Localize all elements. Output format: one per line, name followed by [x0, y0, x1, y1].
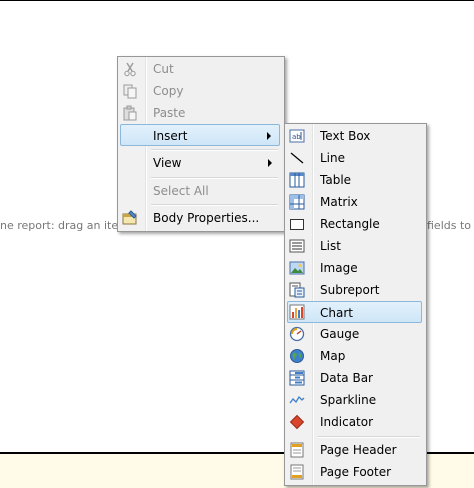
insert-item-list[interactable]: List	[287, 235, 422, 257]
matrix-icon	[289, 194, 305, 210]
image-icon	[289, 260, 305, 276]
insert-submenu: ab Text Box Line Table Matrix Rectangle …	[284, 123, 427, 486]
insert-item-label: Data Bar	[320, 371, 373, 385]
page-header-icon	[289, 442, 305, 458]
menu-item-cut[interactable]: Cut	[120, 58, 280, 80]
insert-item-label: Image	[320, 261, 358, 275]
menu-item-select-all[interactable]: Select All	[120, 180, 280, 202]
menu-item-paste[interactable]: Paste	[120, 102, 280, 124]
menu-separator	[151, 177, 278, 179]
insert-item-rectangle[interactable]: Rectangle	[287, 213, 422, 235]
insert-item-label: Sparkline	[320, 393, 377, 407]
databar-icon	[289, 370, 305, 386]
menu-separator	[318, 436, 420, 438]
insert-item-matrix[interactable]: Matrix	[287, 191, 422, 213]
paste-icon	[122, 105, 138, 121]
menu-item-label: Insert	[153, 129, 188, 143]
insert-item-label: Matrix	[320, 195, 358, 209]
properties-icon	[122, 210, 138, 226]
svg-text:ab: ab	[292, 133, 301, 141]
insert-item-label: Page Header	[320, 443, 397, 457]
menu-item-label: Copy	[153, 84, 184, 98]
insert-item-label: Gauge	[320, 327, 360, 341]
insert-item-table[interactable]: Table	[287, 169, 422, 191]
insert-item-label: Text Box	[320, 129, 371, 143]
hint-text-right: fields to th	[427, 219, 474, 232]
insert-item-label: Chart	[320, 306, 353, 320]
menu-item-label: View	[153, 156, 182, 170]
insert-item-label: Line	[320, 151, 346, 165]
page-footer-icon	[289, 464, 305, 480]
menu-item-label: Cut	[153, 62, 174, 76]
insert-item-label: List	[320, 239, 341, 253]
insert-item-label: Table	[320, 173, 352, 187]
insert-item-label: Map	[320, 349, 346, 363]
insert-item-chart[interactable]: Chart	[287, 301, 422, 323]
insert-item-sparkline[interactable]: Sparkline	[287, 389, 422, 411]
insert-item-line[interactable]: Line	[287, 147, 422, 169]
menu-item-view[interactable]: View	[120, 152, 280, 174]
insert-item-image[interactable]: Image	[287, 257, 422, 279]
menu-item-insert[interactable]: Insert	[120, 124, 280, 146]
menu-separator	[151, 204, 278, 206]
rectangle-icon	[289, 216, 305, 232]
insert-item-data-bar[interactable]: Data Bar	[287, 367, 422, 389]
top-border	[0, 0, 474, 1]
insert-item-subreport[interactable]: Subreport	[287, 279, 422, 301]
chart-icon	[289, 304, 305, 320]
menu-item-label: Select All	[153, 184, 209, 198]
menu-item-copy[interactable]: Copy	[120, 80, 280, 102]
indicator-icon	[289, 414, 305, 430]
copy-icon	[122, 83, 138, 99]
sparkline-icon	[289, 392, 305, 408]
line-icon	[289, 150, 305, 166]
insert-item-label: Subreport	[320, 283, 380, 297]
insert-item-page-header[interactable]: Page Header	[287, 439, 422, 461]
scissors-icon	[122, 61, 138, 77]
menu-item-label: Paste	[153, 106, 186, 120]
insert-item-gauge[interactable]: Gauge	[287, 323, 422, 345]
gauge-icon	[289, 326, 305, 342]
subreport-icon	[289, 282, 305, 298]
hint-text-left: ne report: drag an item f	[0, 219, 137, 232]
insert-item-label: Page Footer	[320, 465, 392, 479]
menu-item-body-properties[interactable]: Body Properties...	[120, 207, 280, 229]
map-icon	[289, 348, 305, 364]
insert-item-text-box[interactable]: ab Text Box	[287, 125, 422, 147]
submenu-arrow-icon	[268, 159, 272, 167]
menu-item-label: Body Properties...	[153, 211, 260, 225]
submenu-arrow-icon	[267, 132, 271, 140]
insert-item-indicator[interactable]: Indicator	[287, 411, 422, 433]
insert-item-map[interactable]: Map	[287, 345, 422, 367]
table-icon	[289, 172, 305, 188]
insert-item-page-footer[interactable]: Page Footer	[287, 461, 422, 483]
context-menu: Cut Copy Paste Insert View Select All Bo…	[117, 56, 285, 232]
menu-separator	[151, 149, 278, 151]
textbox-icon: ab	[289, 128, 305, 144]
list-icon	[289, 238, 305, 254]
insert-item-label: Indicator	[320, 415, 374, 429]
insert-item-label: Rectangle	[320, 217, 380, 231]
